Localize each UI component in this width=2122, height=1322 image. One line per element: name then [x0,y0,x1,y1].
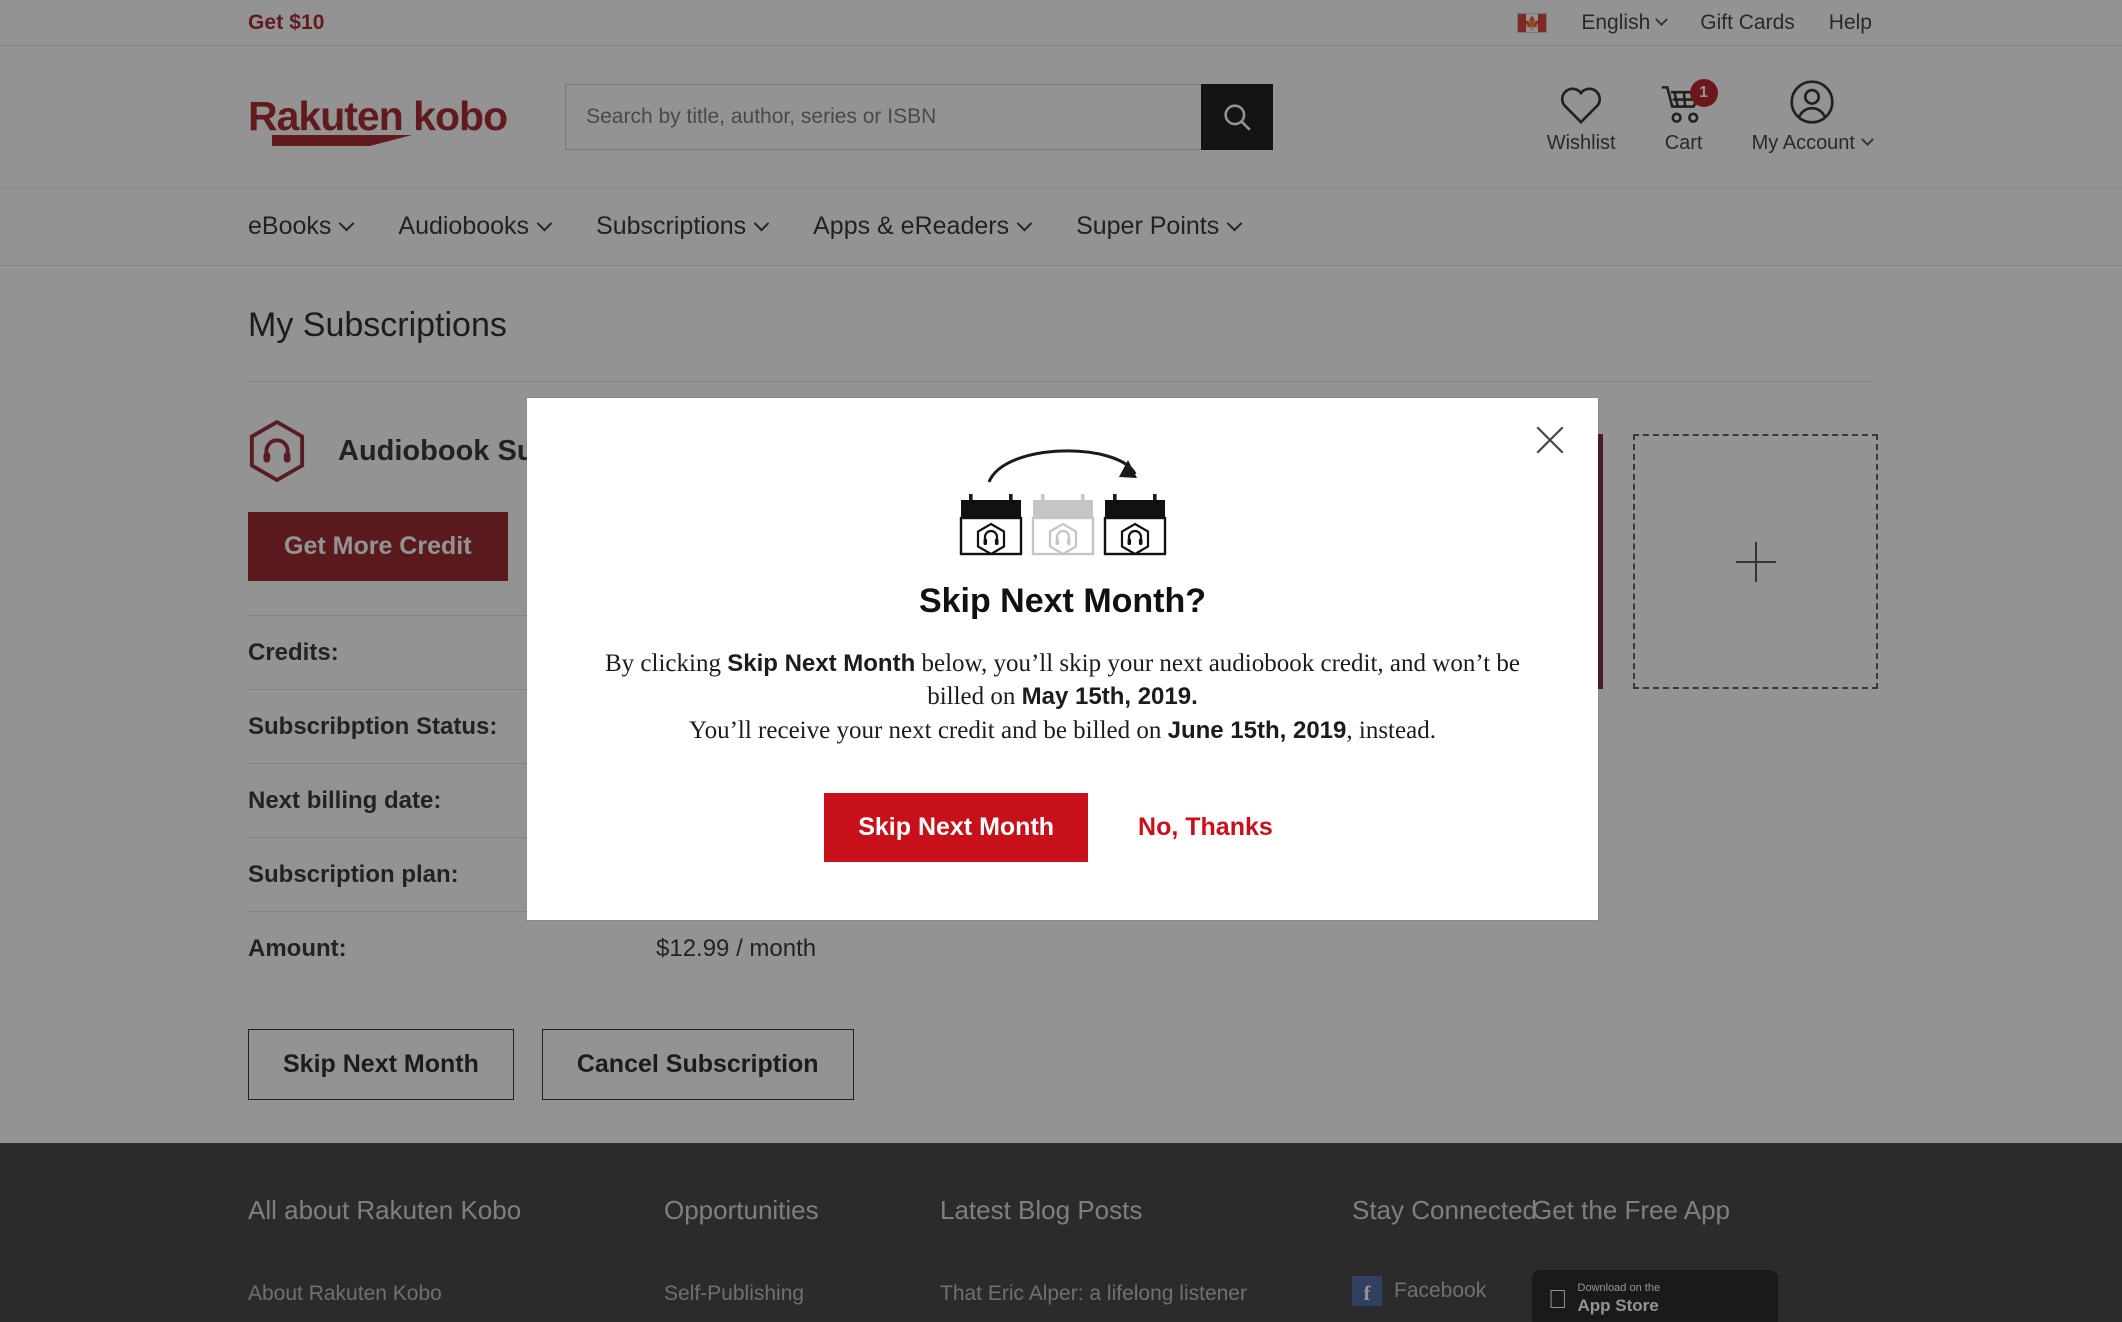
modal-actions: Skip Next Month No, Thanks [587,792,1538,862]
modal-line1-bold: Skip Next Month [727,650,916,677]
modal-illustration [587,420,1538,556]
modal-date-june: June 15th, 2019 [1167,716,1347,744]
modal-body-wrapper: Skip Next Month? By clicking Skip Next M… [527,398,1598,862]
modal-date-may: May 15th, 2019. [1021,683,1198,711]
close-icon [1536,426,1564,454]
page-root: Get $10 🍁 English Gift Cards Help Rakute… [0,0,2122,1322]
modal-line1-a: By clicking [605,650,728,677]
modal-skip-next-month-button[interactable]: Skip Next Month [824,792,1089,862]
modal-close-button[interactable] [1530,420,1570,460]
modal-no-thanks-button[interactable]: No, Thanks [1110,793,1301,862]
calendar-skip-month-icon [959,449,1166,556]
modal-description: By clicking Skip Next Month below, you’l… [587,647,1538,747]
modal-line2-c: , instead. [1346,716,1436,744]
skip-month-modal: Skip Next Month? By clicking Skip Next M… [527,398,1598,920]
modal-title: Skip Next Month? [918,582,1207,620]
modal-line1-c: below, you’ll skip your next audiobook c… [915,650,1520,711]
modal-line2-a: You’ll receive your next credit and be b… [689,716,1168,744]
